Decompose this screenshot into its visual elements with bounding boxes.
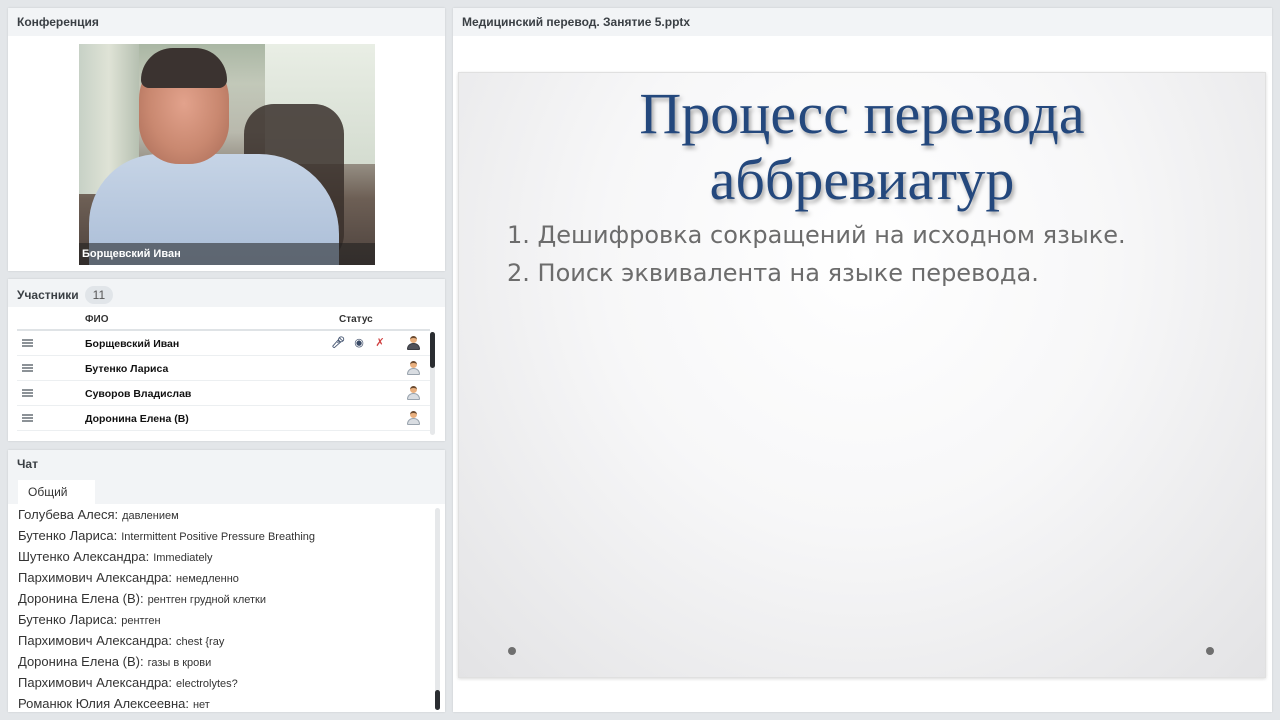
participant-name: Бутенко Лариса [85,363,169,375]
participant-row[interactable]: Суворов Владислав [17,381,430,406]
slide-list-item: 2. Поиск эквивалента на языке перевода. [507,259,1039,287]
participant-name: Борщевский Иван [85,338,180,350]
screen-off-icon[interactable]: ✗ [373,336,387,350]
participant-row[interactable]: Борщевский Иван 🎤︎ ◉ ✗ [17,331,430,356]
chat-text: рентген грудной клетки [147,594,266,606]
chat-text: газы в крови [147,657,212,669]
chat-text: немедленно [176,573,239,585]
chat-message: Доронина Елена (В): газы в крови [8,651,433,672]
chat-text: нет [192,699,210,711]
participants-table-header: ФИО Статус [17,312,430,331]
chat-author: Шутенко Александра: [18,549,150,564]
chat-message: Романюк Юлия Алексеевна: нет [8,693,433,714]
chat-message: Голубева Алеся: давлением [8,504,433,525]
user-icon[interactable] [406,386,420,400]
participants-panel-header: Участники 11 [8,279,445,307]
chat-author: Доронина Елена (В): [18,591,144,606]
slide-title-line: аббревиатур [709,147,1015,212]
chat-message: Пархимович Александра: electrolytes? [8,672,433,693]
chat-panel-title: Чат [8,450,445,478]
presenter-icon[interactable] [406,336,420,350]
chat-text: давлением [122,510,179,522]
chat-message: Шутенко Александра: Immediately [8,546,433,567]
participant-name: Доронина Елена (В) [85,413,189,425]
webcam-video[interactable]: Борщевский Иван [79,44,375,265]
slide-list-item: 1. Дешифровка сокращений на исходном язы… [507,221,1126,249]
chat-author: Бутенко Лариса: [18,528,118,543]
tab-general[interactable]: Общий [18,480,95,504]
video-speaker-name: Борщевский Иван [79,243,375,265]
slide-title: Процесс перевода аббревиатур [459,81,1265,213]
chat-message-list: Голубева Алеся: давлением Бутенко Лариса:… [8,504,433,714]
drag-handle-icon[interactable] [22,339,33,347]
user-icon[interactable] [406,361,420,375]
chat-author: Пархимович Александра: [18,570,173,585]
chat-author: Пархимович Александра: [18,633,173,648]
column-header-status[interactable]: Статус [339,314,373,325]
slide-title-line: Процесс перевода [639,81,1085,146]
slide-decoration-dot [508,647,516,655]
chat-text: chest {ray [176,636,225,648]
chat-author: Романюк Юлия Алексеевна: [18,696,189,711]
drag-handle-icon[interactable] [22,389,33,397]
conference-panel: Конференция Борщевский Иван [8,8,445,271]
chat-text: Immediately [153,552,213,564]
webcam-icon[interactable]: ◉ [352,336,366,350]
user-icon[interactable] [406,411,420,425]
drag-handle-icon[interactable] [22,364,33,372]
mic-icon[interactable]: 🎤︎ [331,336,345,350]
chat-tabs: Общий [8,478,445,504]
chat-scrollbar[interactable] [435,508,440,710]
video-person [141,48,227,88]
chat-text: electrolytes? [176,678,238,690]
chat-message: Бутенко Лариса: Intermittent Positive Pre… [8,525,433,546]
chat-message: Пархимович Александра: chest {ray [8,630,433,651]
chat-author: Бутенко Лариса: [18,612,118,627]
scrollbar-thumb[interactable] [435,690,440,710]
presentation-slide[interactable]: Процесс перевода аббревиатур 1. Дешифров… [458,72,1266,678]
chat-author: Пархимович Александра: [18,675,173,690]
chat-message: Доронина Елена (В): рентген грудной клетк… [8,588,433,609]
presentation-panel: Медицинский перевод. Занятие 5.pptx Проц… [453,8,1272,712]
participants-title: Участники [17,288,79,302]
column-header-name[interactable]: ФИО [85,314,109,325]
presentation-file-title: Медицинский перевод. Занятие 5.pptx [453,8,1272,36]
slide-decoration-dot [1206,647,1214,655]
scrollbar-thumb[interactable] [430,332,435,368]
slide-list: 1. Дешифровка сокращений на исходном язы… [507,216,1126,292]
drag-handle-icon[interactable] [22,414,33,422]
participants-panel: Участники 11 ФИО Статус Борщевский Иван 🎤… [8,279,445,441]
chat-text: Intermittent Positive Pressure Breathing [121,531,316,543]
participant-row[interactable]: Доронина Елена (В) [17,406,430,431]
conference-panel-title: Конференция [8,8,445,36]
participants-count-badge: 11 [84,286,114,304]
chat-text: рентген [121,615,161,627]
chat-message: Пархимович Александра: немедленно [8,567,433,588]
participant-row[interactable]: Бутенко Лариса [17,356,430,381]
chat-author: Голубева Алеся: [18,507,119,522]
chat-author: Доронина Елена (В): [18,654,144,669]
chat-panel: Чат Общий Голубева Алеся: давлением Бутен… [8,450,445,712]
chat-message: Бутенко Лариса: рентген [8,609,433,630]
participant-name: Суворов Владислав [85,388,192,400]
participants-scrollbar[interactable] [430,332,435,435]
participants-table: ФИО Статус Борщевский Иван 🎤︎ ◉ ✗ Бутенк… [17,312,430,431]
